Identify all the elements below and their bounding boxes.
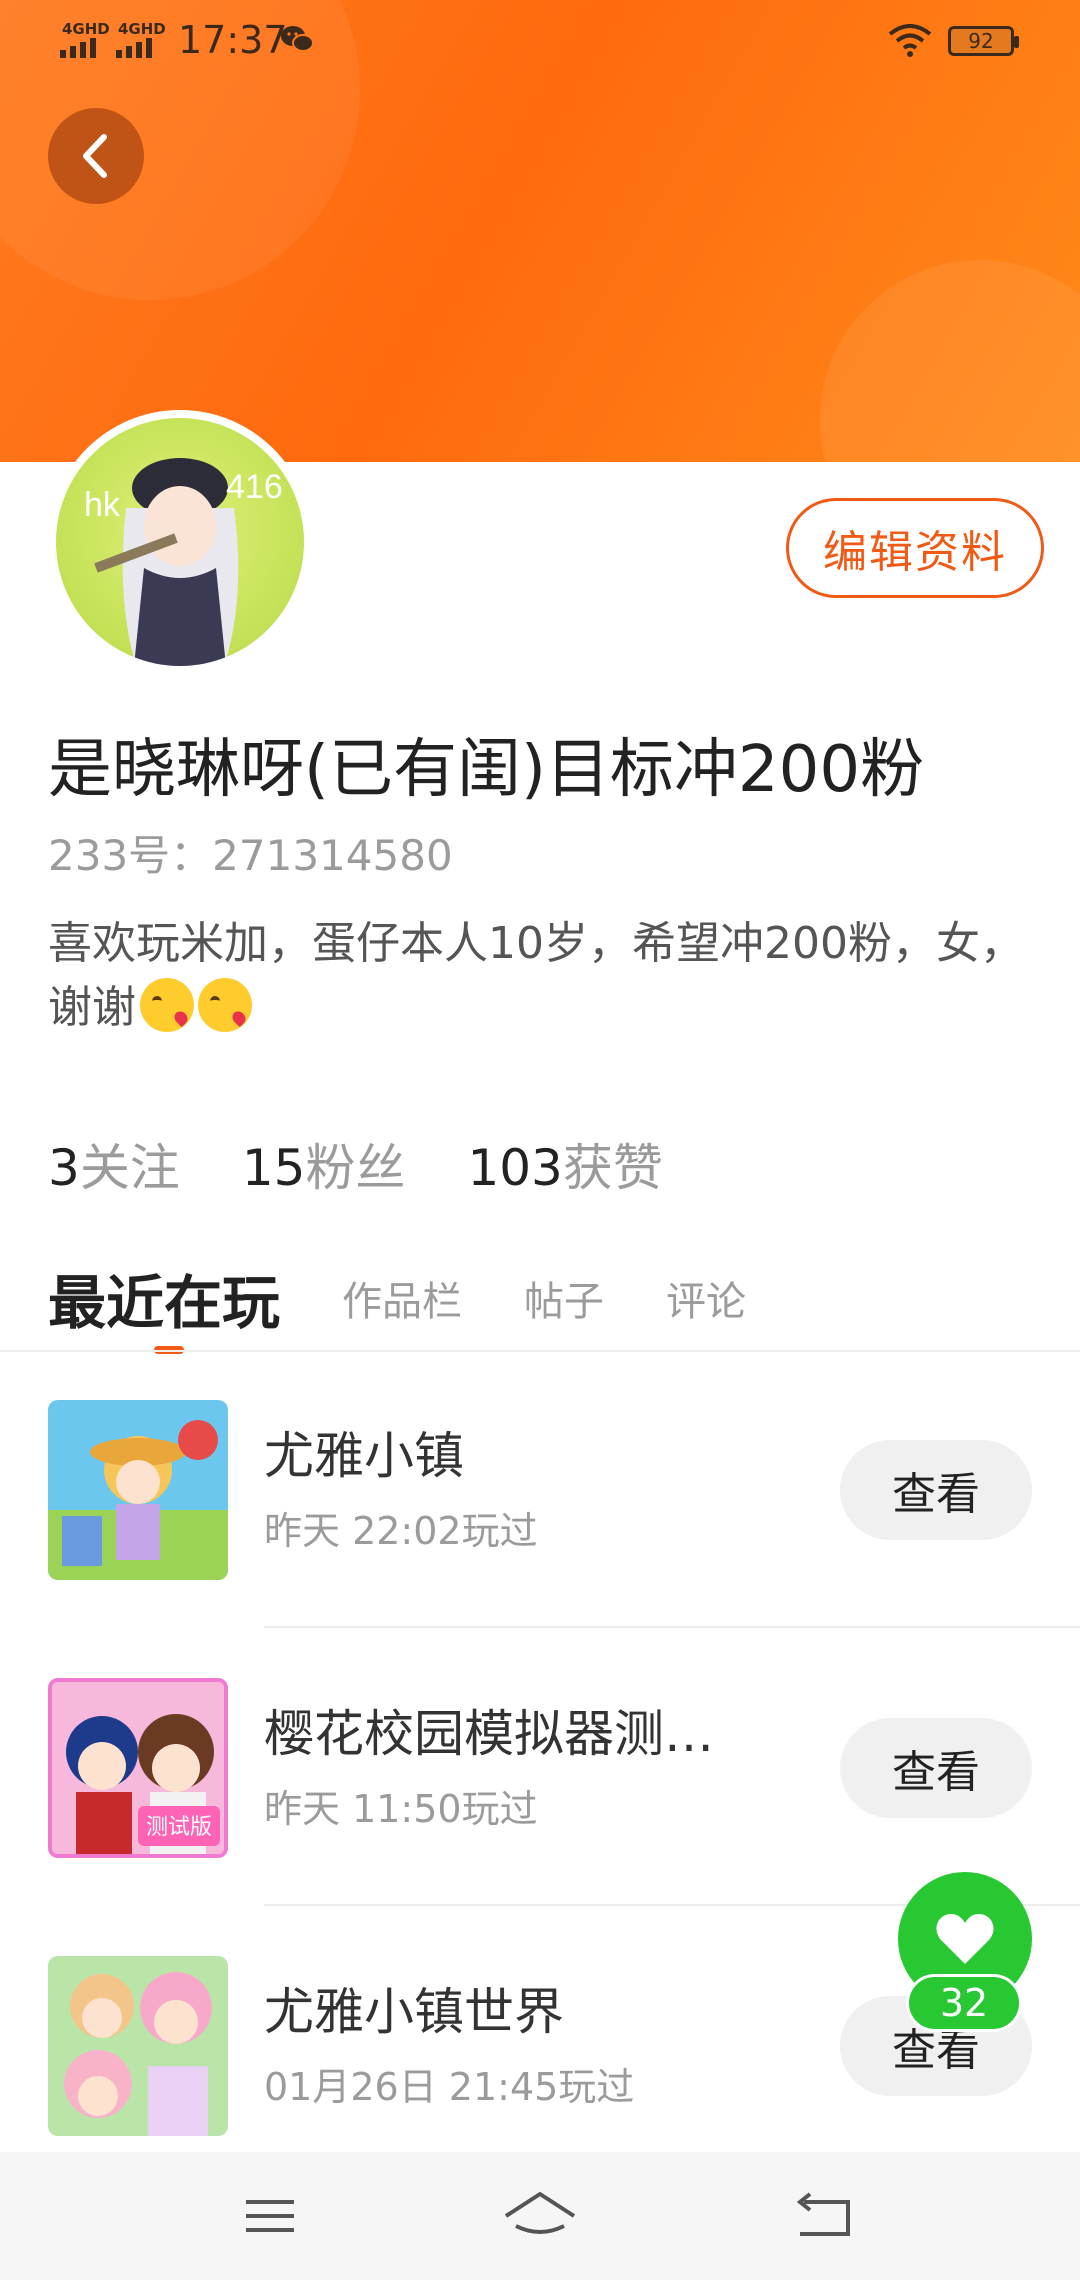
wifi-icon: [888, 24, 932, 57]
stat-label: 获赞: [562, 1139, 663, 1197]
stat-following[interactable]: 3关注: [48, 1128, 180, 1200]
tab-works[interactable]: 作品栏: [342, 1269, 462, 1327]
stat-label: 关注: [79, 1139, 180, 1197]
like-count-badge: 32: [906, 1974, 1022, 2032]
back-button[interactable]: [48, 108, 144, 204]
tab-comments[interactable]: 评论: [666, 1269, 746, 1327]
sim1-label: 4GHD: [62, 20, 110, 38]
status-bar: 4GHD 4GHD 17:37 92: [0, 0, 1080, 84]
game-icon: [48, 1956, 228, 2136]
edit-profile-button[interactable]: 编辑资料: [786, 498, 1044, 598]
stat-number: 15: [241, 1139, 306, 1197]
profile-bio: 喜欢玩米加，蛋仔本人10岁，希望冲200粉，女，谢谢: [48, 912, 1038, 1040]
svg-text:hk: hk: [84, 486, 121, 524]
profile-stats: 3关注 15粉丝 103获赞: [48, 1128, 663, 1200]
profile-name: 是晓琳呀(已有闺)目标冲200粉: [48, 733, 925, 807]
signal-icon: [60, 38, 96, 58]
wechat-icon: [281, 26, 314, 52]
profile-uid: 233号：271314580: [48, 831, 453, 880]
stat-number: 103: [467, 1139, 563, 1197]
game-icon: 测试版: [48, 1678, 228, 1858]
bio-text: 喜欢玩米加，蛋仔本人10岁，希望冲200粉，女，谢谢: [48, 918, 1024, 1033]
status-time: 17:37: [178, 18, 288, 62]
game-title: 樱花校园模拟器测…: [264, 1705, 714, 1763]
kiss-emoji-icon: [198, 978, 252, 1032]
signal-icon: [116, 38, 152, 58]
battery-icon: 92: [948, 26, 1019, 56]
profile-screen: 4GHD 4GHD 17:37 92 hk 416 编辑资料 是晓琳呀(已有闺)…: [0, 0, 1080, 2280]
sim2-label: 4GHD: [118, 20, 166, 38]
profile-tabs: 最近在玩 作品栏 帖子 评论: [48, 1248, 808, 1354]
list-divider: [264, 1626, 1080, 1628]
chevron-left-icon: [83, 134, 107, 178]
stat-label: 粉丝: [305, 1139, 406, 1197]
banner-decoration: [820, 260, 1080, 462]
system-navigation-bar: [0, 2152, 1080, 2280]
game-played-time: 昨天 22:02玩过: [264, 1509, 538, 1553]
game-played-time: 01月26日 21:45玩过: [264, 2065, 635, 2109]
svg-text:416: 416: [226, 468, 283, 506]
avatar[interactable]: hk 416: [48, 410, 312, 674]
game-title: 尤雅小镇: [264, 1427, 464, 1485]
stat-number: 3: [48, 1139, 80, 1197]
menu-icon[interactable]: [230, 2182, 310, 2252]
back-nav-icon[interactable]: [784, 2182, 864, 2252]
tab-recently-played[interactable]: 最近在玩: [48, 1256, 280, 1354]
battery-level: 92: [968, 29, 994, 53]
tab-posts[interactable]: 帖子: [524, 1269, 604, 1327]
heart-icon: [936, 1914, 994, 1964]
test-version-badge: 测试版: [146, 1815, 212, 1840]
header-banner: 4GHD 4GHD 17:37 92: [0, 0, 1080, 462]
stat-likes[interactable]: 103获赞: [467, 1128, 662, 1200]
view-button[interactable]: 查看: [840, 1718, 1032, 1818]
home-icon[interactable]: [500, 2182, 580, 2252]
game-title: 尤雅小镇世界: [264, 1983, 564, 2041]
game-icon: [48, 1400, 228, 1580]
list-item[interactable]: 测试版 樱花校园模拟器测… 昨天 11:50玩过 查看: [0, 1630, 1080, 1906]
stat-followers[interactable]: 15粉丝: [242, 1128, 406, 1200]
kiss-emoji-icon: [140, 978, 194, 1032]
game-played-time: 昨天 11:50玩过: [264, 1787, 538, 1831]
list-item[interactable]: 尤雅小镇 昨天 22:02玩过 查看: [0, 1352, 1080, 1628]
view-button[interactable]: 查看: [840, 1440, 1032, 1540]
avatar-image: hk 416: [56, 418, 304, 666]
